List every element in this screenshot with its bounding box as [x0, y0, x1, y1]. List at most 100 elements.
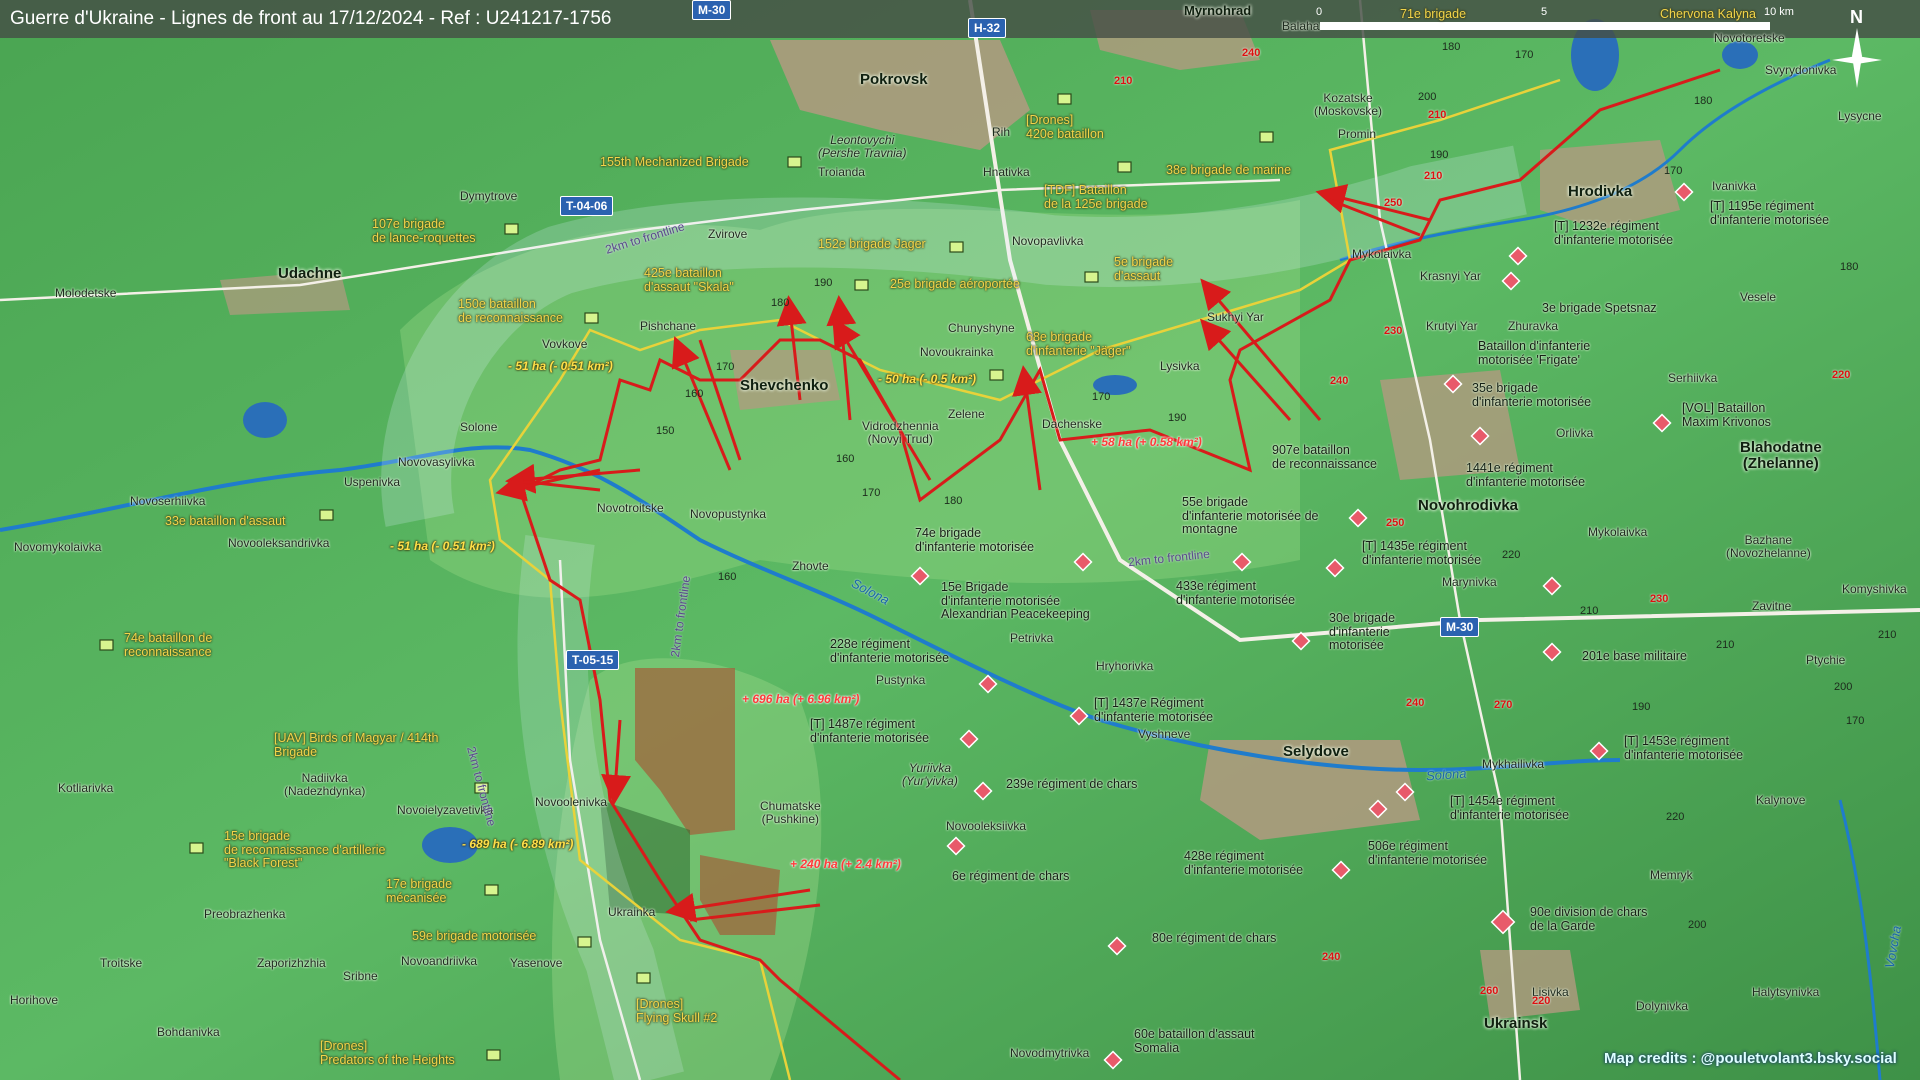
unit-150e-bataillon: 150e bataillon de reconnaissance: [458, 297, 563, 325]
unit-ru-frigate: Bataillon d'infanterie motorisée 'Frigat…: [1478, 339, 1591, 367]
town-zaporizhzhia: Zaporizhzhia: [257, 956, 326, 970]
town-novotoretske: Novotoretske: [1714, 31, 1785, 45]
town-preobrazhenka: Preobrazhenka: [204, 907, 286, 921]
elevation-red: 260: [1480, 985, 1499, 997]
town-dymytrove: Dymytrove: [460, 189, 518, 203]
elevation-red: 240: [1242, 47, 1261, 59]
map-credits: Map credits : @pouletvolant3.bsky.social: [1604, 1050, 1897, 1067]
town-ptychie: Ptychie: [1806, 653, 1846, 667]
elevation: 200: [1688, 919, 1707, 931]
scale-label-mid: 5: [1541, 6, 1548, 18]
unit-ru-907e: 907e bataillon de reconnaissance: [1272, 443, 1377, 471]
compass-icon: [1832, 28, 1882, 88]
unit-ru-201e-base: 201e base militaire: [1582, 649, 1687, 663]
unit-ru-239e: 239e régiment de chars: [1006, 777, 1138, 791]
unit-33e-bataillon: 33e bataillon d'assaut: [165, 514, 286, 528]
town-komyshivka: Komyshivka: [1842, 582, 1907, 596]
town-molodetske: Molodetske: [55, 286, 117, 300]
river-label-solona: Solona: [1425, 765, 1467, 784]
unit-ru-1441e: 1441e régiment d'infanterie motorisée: [1466, 461, 1586, 489]
scale-label-zero: 0: [1316, 6, 1323, 18]
town-novopustynka: Novopustynka: [690, 507, 767, 521]
city-hrodivka: Hrodivka: [1568, 183, 1633, 200]
area-change-novotroitske: - 51 ha (- 0.51 km²): [390, 539, 495, 553]
town-hnativka: Hnativka: [983, 165, 1030, 179]
elevation: 220: [1502, 549, 1521, 561]
unit-ru-15e-brigade: 15e Brigade d'infanterie motorisée Alexa…: [941, 580, 1090, 621]
town-chumatske: Chumatske (Pushkine): [760, 799, 821, 826]
town-petrivka: Petrivka: [1010, 631, 1054, 645]
unit-chervona-kalyna: Chervona Kalyna: [1660, 7, 1756, 21]
lake: [1722, 41, 1758, 69]
elevation: 170: [1092, 391, 1111, 403]
town-rih: Rih: [992, 125, 1011, 139]
unit-5e-brigade: 5e brigade d'assaut: [1114, 255, 1174, 283]
elevation: 180: [1840, 261, 1859, 273]
town-troitske: Troitske: [100, 956, 143, 970]
elevation: 180: [771, 297, 790, 309]
area-change-shevchenko: - 50 ha (- 0.5 km²): [878, 372, 977, 386]
unit-17e-brigade: 17e brigade mécanisée: [386, 877, 453, 905]
city-myrnohrad: Myrnohrad: [1184, 3, 1252, 18]
unit-ru-1195e: [T] 1195e régiment d'infanterie motorisé…: [1710, 199, 1830, 227]
elevation-red: 210: [1114, 75, 1133, 87]
town-uspenivka: Uspenivka: [344, 475, 401, 489]
elevation-red: 270: [1494, 699, 1513, 711]
elevation: 180: [1442, 41, 1461, 53]
town-novooleksandrivka: Novooleksandrivka: [228, 536, 330, 550]
town-vidrodzhennia: Vidrodzhennia (Novyi Trud): [862, 419, 939, 446]
elevation-red: 240: [1330, 375, 1349, 387]
compass-north: N: [1850, 7, 1863, 27]
town-yasenove: Yasenove: [510, 956, 563, 970]
elevation: 190: [1168, 412, 1187, 424]
town-mykolaivka-2: Mykolaivka: [1588, 525, 1648, 539]
unit-ru-1232e: [T] 1232e régiment d'infanterie motorisé…: [1554, 219, 1674, 247]
scale-label-end: 10 km: [1764, 6, 1794, 18]
elevation-red: 220: [1832, 369, 1851, 381]
area-change-novoolenivka-west: - 689 ha (- 6.89 km²): [462, 837, 574, 851]
unit-ru-506e: 506e régiment d'infanterie motorisée: [1368, 839, 1488, 867]
town-krutyi-yar: Krutyi Yar: [1426, 319, 1478, 333]
unit-ru-1437e: [T] 1437e Régiment d'infanterie motorisé…: [1094, 696, 1214, 724]
road-sign-t0406: T-04-06: [560, 196, 614, 216]
road-sign-h32: H-32: [968, 18, 1007, 38]
town-pishchane: Pishchane: [640, 319, 697, 333]
city-ukrainsk: Ukrainsk: [1484, 1015, 1548, 1032]
elevation: 210: [1878, 629, 1897, 641]
area-change-dachenske: + 58 ha (+ 0.58 km²): [1091, 435, 1202, 449]
unit-ru-60e: 60e bataillon d'assaut Somalia: [1134, 1027, 1255, 1055]
unit-drones-420e: [Drones] 420e bataillon: [1026, 113, 1104, 141]
elevation: 170: [1846, 715, 1865, 727]
unit-ru-74e: 74e brigade d'infanterie motorisée: [915, 526, 1035, 554]
elevation-red: 210: [1428, 109, 1447, 121]
town-orlivka: Orlivka: [1556, 426, 1594, 440]
town-ivanivka: Ivanivka: [1712, 179, 1757, 193]
elevation: 150: [656, 425, 675, 437]
town-nadiivka: Nadiivka (Nadezhdynka): [284, 771, 366, 798]
town-novoolenivka: Novoolenivka: [535, 795, 608, 809]
town-zvirove: Zvirove: [708, 227, 748, 241]
city-pokrovsk: Pokrovsk: [860, 71, 928, 88]
city-udachne: Udachne: [278, 265, 342, 282]
elevation: 180: [944, 495, 963, 507]
road-sign-t0515: T-05-15: [566, 650, 620, 670]
unit-107e-brigade: 107e brigade de lance-roquettes: [372, 217, 476, 245]
town-pustynka: Pustynka: [876, 673, 926, 687]
town-zavitne: Zavitne: [1752, 599, 1792, 613]
unit-ru-1487e: [T] 1487e régiment d'infanterie motorisé…: [810, 717, 930, 745]
town-bazhane: Bazhane (Novozhelanne): [1726, 533, 1811, 560]
elevation: 180: [1694, 95, 1713, 107]
city-selydove: Selydove: [1283, 743, 1349, 760]
town-novotroitske: Novotroitske: [597, 501, 664, 515]
town-ukrainka: Ukrainka: [608, 905, 656, 919]
elevation-red: 240: [1406, 697, 1425, 709]
city-blahodatne: Blahodatne (Zhelanne): [1740, 439, 1822, 473]
unit-ru-vol-maxim-krivonos: [VOL] Bataillon Maxim Krivonos: [1682, 401, 1771, 429]
town-halytsynivka: Halytsynivka: [1752, 985, 1820, 999]
elevation: 210: [1580, 605, 1599, 617]
town-marynivka: Marynivka: [1442, 575, 1497, 589]
town-memryk: Memryk: [1650, 868, 1693, 882]
town-sukhyi-yar: Sukhyi Yar: [1207, 310, 1264, 324]
town-vovkove: Vovkove: [542, 337, 588, 351]
unit-15e-brigade-reco: 15e brigade de reconnaissance d'artiller…: [224, 829, 386, 870]
